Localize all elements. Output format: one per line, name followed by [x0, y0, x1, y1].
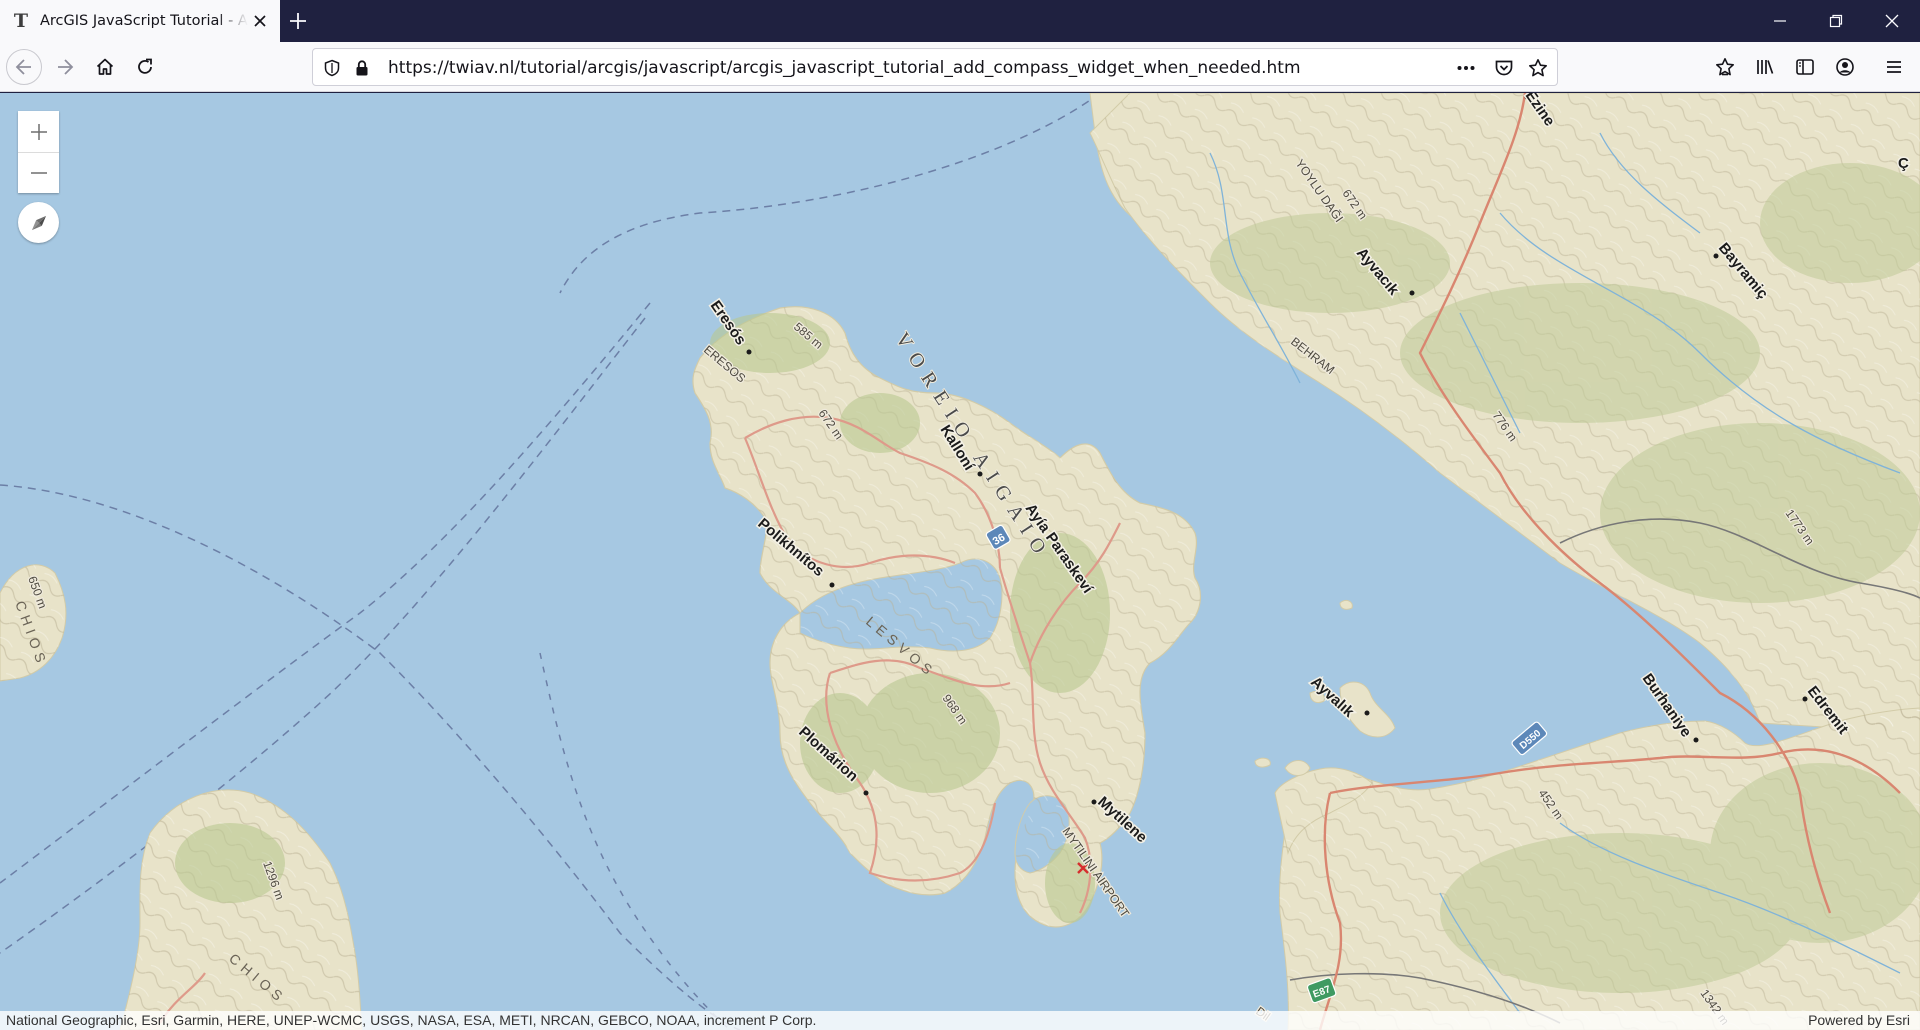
attribution-bar: National Geographic, Esri, Garmin, HERE,… [0, 1011, 1920, 1030]
library-icon[interactable] [1748, 50, 1782, 84]
url-text[interactable]: https://twiav.nl/tutorial/arcgis/javascr… [388, 58, 1301, 78]
address-bar[interactable]: https://twiav.nl/tutorial/arcgis/javascr… [312, 48, 1558, 86]
pocket-icon[interactable] [1493, 57, 1515, 79]
forward-icon[interactable] [48, 50, 82, 84]
powered-by-esri[interactable]: Powered by Esri [1808, 1012, 1910, 1028]
bookmark-star-icon[interactable] [1527, 57, 1549, 79]
browser-tab[interactable]: T ArcGIS JavaScript Tutorial - Add [0, 0, 280, 42]
zoom-in-button[interactable] [18, 111, 59, 152]
restore-icon[interactable] [1808, 0, 1864, 42]
compass-needle-icon [31, 215, 46, 230]
tab-title: ArcGIS JavaScript Tutorial - Add [40, 13, 248, 29]
menu-icon[interactable] [1877, 50, 1911, 84]
minus-icon [30, 172, 47, 174]
back-icon[interactable] [6, 49, 42, 85]
more-icon[interactable] [1455, 57, 1477, 79]
title-bar: T ArcGIS JavaScript Tutorial - Add [0, 0, 1920, 42]
account-icon[interactable] [1828, 50, 1862, 84]
attribution-text[interactable]: National Geographic, Esri, Garmin, HERE,… [6, 1012, 816, 1028]
home-icon[interactable] [88, 50, 122, 84]
lock-icon[interactable] [351, 57, 373, 79]
compass-widget[interactable] [18, 202, 59, 243]
bookmarks-menu-icon[interactable] [1708, 50, 1742, 84]
reload-icon[interactable] [128, 50, 162, 84]
map-view[interactable]: 36 D550 E87 VOREIO AIGAIO LESVOS CHIOS C… [0, 93, 1920, 1030]
close-window-icon[interactable] [1864, 0, 1920, 42]
basemap[interactable]: 36 D550 E87 VOREIO AIGAIO LESVOS CHIOS C… [0, 93, 1920, 1030]
zoom-out-button[interactable] [18, 152, 59, 193]
shield-icon[interactable] [321, 57, 343, 79]
plus-icon [30, 123, 47, 140]
zoom-widget [18, 111, 59, 193]
new-tab-icon[interactable] [286, 9, 310, 33]
tab-favicon: T [13, 10, 29, 32]
close-tab-icon[interactable] [250, 11, 270, 31]
sidebar-icon[interactable] [1788, 50, 1822, 84]
minimize-icon[interactable] [1752, 0, 1808, 42]
label-edge-town: Ç [1898, 155, 1909, 172]
navigation-bar: https://twiav.nl/tutorial/arcgis/javascr… [0, 42, 1920, 92]
